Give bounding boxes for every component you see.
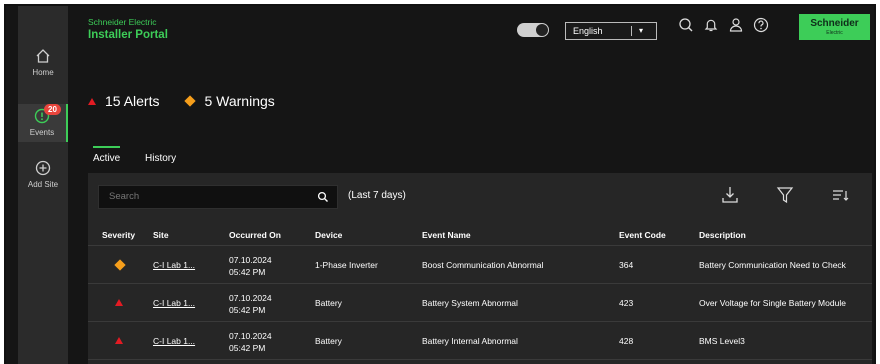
warning-diamond-icon xyxy=(184,95,197,107)
occurred-date: 07.10.2024 xyxy=(229,293,272,303)
alert-triangle-icon xyxy=(115,299,123,306)
sidebar-item-label: Add Site xyxy=(27,180,59,189)
search-icon xyxy=(317,191,328,202)
column-header-site[interactable]: Site xyxy=(153,230,169,240)
bell-icon[interactable] xyxy=(702,16,720,34)
occurred-date: 07.10.2024 xyxy=(229,331,272,341)
description-cell: BMS Level3 xyxy=(699,336,745,346)
occurred-date: 07.10.2024 xyxy=(229,255,272,265)
occurred-time: 05:42 PM xyxy=(229,305,266,315)
date-range-label[interactable]: (Last 7 days) xyxy=(348,190,406,201)
language-value: English xyxy=(573,26,603,36)
tab-active[interactable]: Active xyxy=(93,146,121,164)
left-gutter xyxy=(6,6,18,364)
alert-triangle-icon xyxy=(88,97,96,105)
theme-toggle[interactable] xyxy=(517,23,549,37)
search-input[interactable]: Search xyxy=(98,185,338,209)
table-row[interactable]: C-I Lab 1... 07.10.2024 05:42 PM 1-Phase … xyxy=(88,247,872,284)
site-link[interactable]: C-I Lab 1... xyxy=(153,260,195,270)
description-cell: Battery Communication Need to Check xyxy=(699,260,846,270)
event-name-cell: Boost Communication Abnormal xyxy=(422,260,544,270)
help-icon[interactable] xyxy=(752,16,770,34)
device-cell: Battery xyxy=(315,336,342,346)
home-icon xyxy=(36,49,50,63)
warning-diamond-icon xyxy=(114,259,126,271)
sort-icon[interactable] xyxy=(831,185,849,205)
plus-circle-icon xyxy=(35,160,51,176)
occurred-time: 05:42 PM xyxy=(229,343,266,353)
select-divider xyxy=(631,26,632,36)
logo-main-text: Schneider xyxy=(810,18,859,29)
download-icon[interactable] xyxy=(721,185,739,205)
moon-icon xyxy=(536,24,548,36)
column-header-event-code[interactable]: Event Code xyxy=(619,230,666,240)
alerts-summary: 15 Alerts 5 Warnings xyxy=(88,93,275,109)
schneider-logo: Schneider Electric xyxy=(799,14,870,40)
event-name-cell: Battery System Abnormal xyxy=(422,298,518,308)
column-header-occurred-on[interactable]: Occurred On xyxy=(229,230,281,240)
logo-sub-text: Electric xyxy=(826,30,843,36)
site-link[interactable]: C-I Lab 1... xyxy=(153,298,195,308)
alerts-count: 15 Alerts xyxy=(105,93,160,109)
brand-title[interactable]: Installer Portal xyxy=(88,29,168,41)
events-count-badge: 20 xyxy=(44,104,61,115)
event-code-cell: 423 xyxy=(619,298,634,308)
brand-company: Schneider Electric xyxy=(88,17,157,27)
sidebar-item-add-site[interactable]: Add Site xyxy=(18,160,68,196)
table-row[interactable]: C-I Lab 1... 07.10.2024 05:42 PM Battery … xyxy=(88,323,872,360)
search-icon[interactable] xyxy=(677,16,695,34)
sidebar-item-label: Events xyxy=(29,128,55,137)
device-cell: 1-Phase Inverter xyxy=(315,260,378,270)
alert-triangle-icon xyxy=(115,337,123,344)
column-header-severity[interactable]: Severity xyxy=(102,230,135,240)
search-placeholder: Search xyxy=(109,191,140,202)
sidebar-item-home[interactable]: Home xyxy=(18,48,68,88)
column-header-device[interactable]: Device xyxy=(315,230,342,240)
column-header-description[interactable]: Description xyxy=(699,230,746,240)
occurred-on: 07.10.2024 05:42 PM xyxy=(229,330,309,354)
table-row[interactable]: C-I Lab 1... 07.10.2024 05:42 PM Battery … xyxy=(88,285,872,322)
event-name-cell: Battery Internal Abnormal xyxy=(422,336,518,346)
sidebar-item-label: Home xyxy=(32,68,54,77)
site-link[interactable]: C-I Lab 1... xyxy=(153,336,195,346)
device-cell: Battery xyxy=(315,298,342,308)
column-header-event-name[interactable]: Event Name xyxy=(422,230,471,240)
events-panel: Search (Last 7 days) Severity Site Occur… xyxy=(88,173,872,364)
sidebar-item-events[interactable]: 20 Events xyxy=(18,104,68,142)
tab-history[interactable]: History xyxy=(145,153,176,164)
filter-icon[interactable] xyxy=(776,185,794,205)
language-select[interactable]: English ▾ xyxy=(565,22,657,40)
sidebar: Home 20 Events Add Site xyxy=(18,6,68,364)
occurred-time: 05:42 PM xyxy=(229,267,266,277)
description-cell: Over Voltage for Single Battery Module xyxy=(699,298,846,308)
app-window: Home 20 Events Add Site Schneider Electr… xyxy=(4,4,876,364)
warnings-count: 5 Warnings xyxy=(204,93,275,109)
table-header: Severity Site Occurred On Device Event N… xyxy=(88,223,872,246)
event-code-cell: 364 xyxy=(619,260,634,270)
user-icon[interactable] xyxy=(727,16,745,34)
main-content: Schneider Electric Installer Portal Engl… xyxy=(68,6,874,364)
occurred-on: 07.10.2024 05:42 PM xyxy=(229,292,309,316)
event-code-cell: 428 xyxy=(619,336,634,346)
chevron-down-icon: ▾ xyxy=(639,26,644,35)
occurred-on: 07.10.2024 05:42 PM xyxy=(229,254,309,278)
